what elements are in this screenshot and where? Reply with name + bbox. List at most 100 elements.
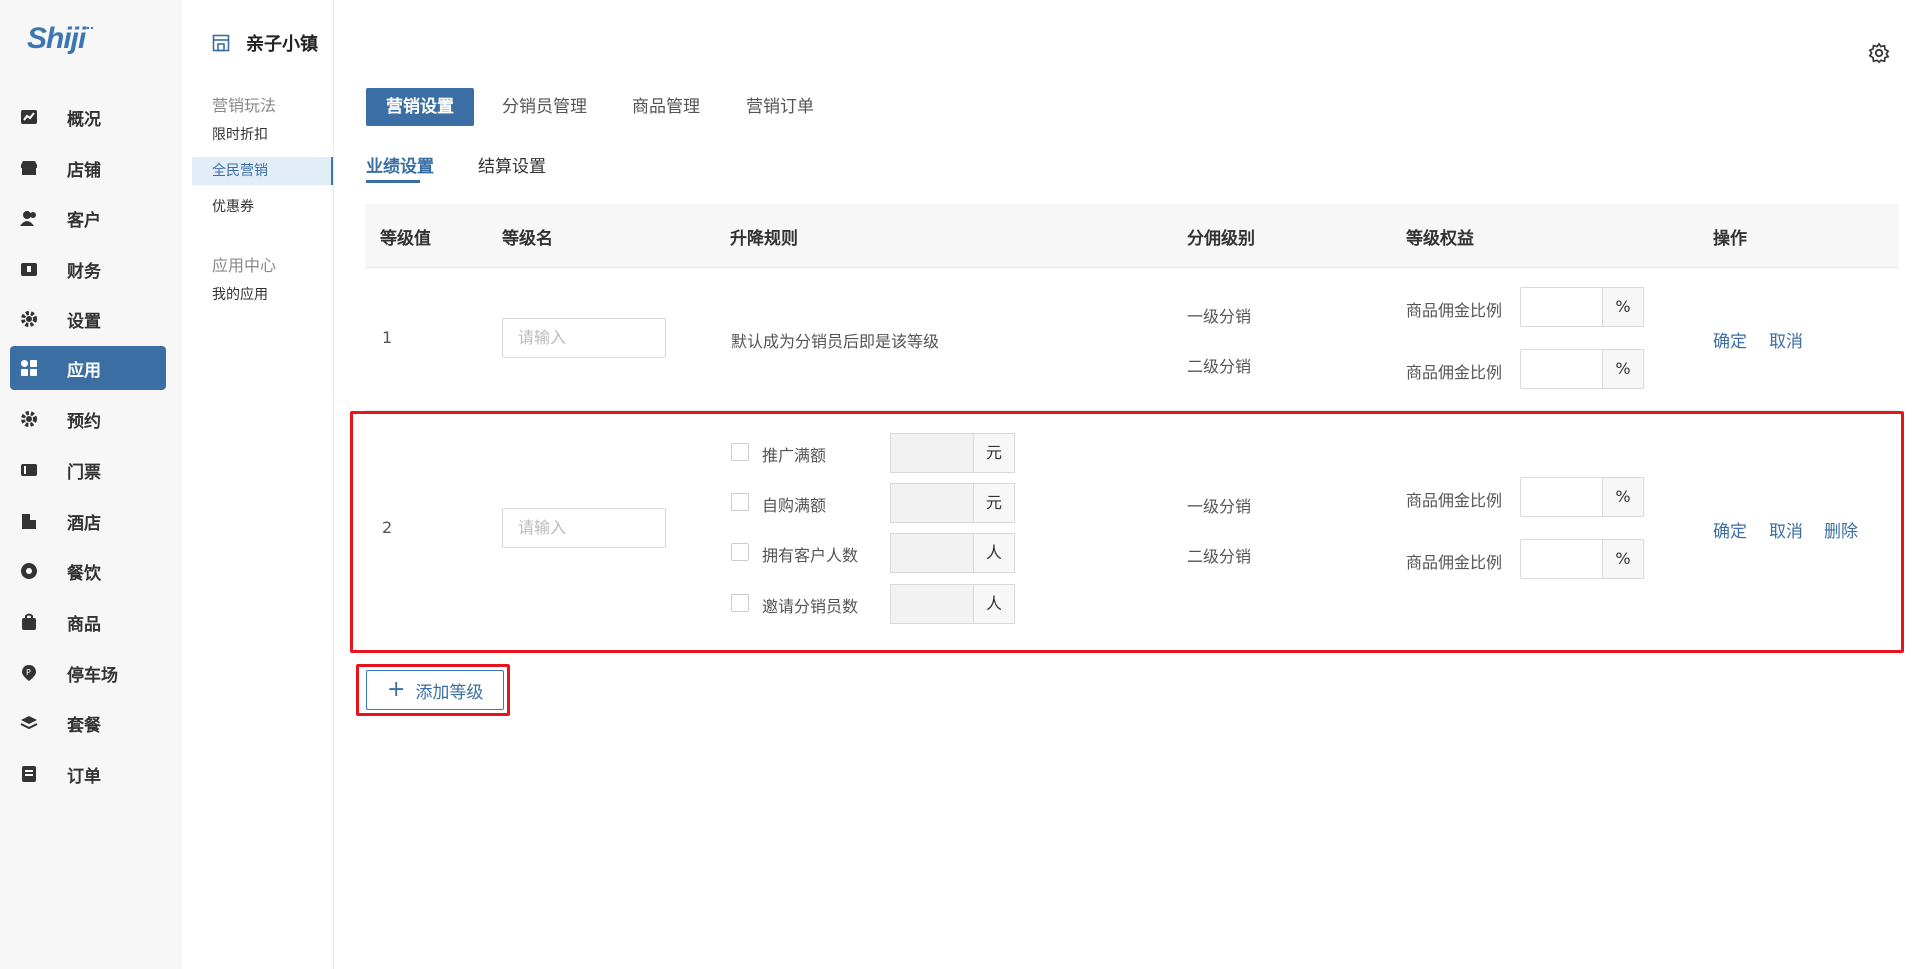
col-commission-tier: 分佣级别 bbox=[1187, 229, 1255, 249]
row1-confirm-link[interactable]: 确定 bbox=[1713, 327, 1747, 352]
row1-benefit2-unit: % bbox=[1602, 349, 1644, 389]
subnav-item-flash-discount[interactable]: 限时折扣 bbox=[192, 121, 333, 149]
row1-benefit1-label: 商品佣金比例 bbox=[1406, 301, 1503, 320]
bag-icon bbox=[20, 613, 38, 631]
add-level-label: 添加等级 bbox=[415, 682, 484, 703]
row1-benefit2-input[interactable] bbox=[1520, 349, 1603, 389]
nav-item-packages[interactable]: 套餐 bbox=[10, 701, 166, 745]
row2-condition3-checkbox[interactable] bbox=[731, 543, 749, 561]
dining-icon bbox=[20, 562, 38, 580]
row2-confirm-link[interactable]: 确定 bbox=[1713, 517, 1747, 542]
row2-condition2-checkbox[interactable] bbox=[731, 493, 749, 511]
row2-benefit1-label: 商品佣金比例 bbox=[1406, 491, 1503, 510]
row2-cancel-link[interactable]: 取消 bbox=[1769, 517, 1803, 542]
nav-item-settings[interactable]: 设置 bbox=[10, 297, 166, 341]
svg-text:P: P bbox=[26, 668, 31, 677]
subtab-performance-settings[interactable]: 业绩设置 bbox=[366, 152, 434, 177]
row1-tier1: 一级分销 bbox=[1187, 307, 1252, 326]
store-name: 亲子小镇 bbox=[246, 34, 318, 55]
row2-benefit2-label: 商品佣金比例 bbox=[1406, 553, 1503, 572]
store-icon bbox=[20, 159, 38, 177]
row2-condition1-input[interactable] bbox=[890, 433, 974, 473]
nav-item-booking[interactable]: 预约 bbox=[10, 397, 166, 441]
row2-condition3-input[interactable] bbox=[890, 533, 974, 573]
logo-dots bbox=[83, 27, 93, 33]
row2-benefit2-unit: % bbox=[1602, 539, 1644, 579]
nav-item-parking[interactable]: P 停车场 bbox=[10, 651, 166, 695]
row1-benefit2-label: 商品佣金比例 bbox=[1406, 363, 1503, 382]
subnav-item-all-marketing[interactable]: 全民营销 bbox=[192, 157, 333, 185]
row2-condition1-checkbox[interactable] bbox=[731, 443, 749, 461]
apps-icon bbox=[20, 359, 38, 377]
nav-item-hotel[interactable]: 酒店 bbox=[10, 499, 166, 543]
col-level-value: 等级值 bbox=[380, 229, 431, 249]
row1-tier2: 二级分销 bbox=[1187, 357, 1252, 376]
order-icon bbox=[20, 765, 38, 783]
nav-item-orders[interactable]: 订单 bbox=[10, 752, 166, 796]
table-header bbox=[365, 204, 1899, 268]
nav-item-dining[interactable]: 餐饮 bbox=[10, 549, 166, 593]
row2-benefit1-input[interactable] bbox=[1520, 477, 1603, 517]
tab-marketing-settings[interactable]: 营销设置 bbox=[366, 88, 474, 126]
layers-icon bbox=[20, 714, 38, 732]
logo: Shiji bbox=[27, 22, 86, 55]
row1-level: 1 bbox=[382, 328, 393, 347]
row1-level-name-input[interactable]: 请输入 bbox=[502, 318, 666, 358]
row2-benefit1-unit: % bbox=[1602, 477, 1644, 517]
subtab-indicator bbox=[366, 180, 420, 183]
row2-condition3-label: 拥有客户人数 bbox=[762, 546, 859, 565]
row1-rule: 默认成为分销员后即是该等级 bbox=[731, 332, 940, 351]
tab-marketing-orders[interactable]: 营销订单 bbox=[746, 88, 814, 126]
main-nav: Shiji 概况 店铺 客户 财务 设置 应用 预约 门票 酒店 餐饮 商品 P… bbox=[0, 0, 182, 969]
settings-gear-icon[interactable] bbox=[1868, 42, 1890, 64]
parking-icon: P bbox=[20, 664, 38, 682]
row2-level: 2 bbox=[382, 518, 393, 537]
subnav-group-marketing: 营销玩法 bbox=[212, 96, 277, 115]
row2-condition4-label: 邀请分销员数 bbox=[762, 597, 859, 616]
row2-condition4-checkbox[interactable] bbox=[731, 594, 749, 612]
tab-distributor-management[interactable]: 分销员管理 bbox=[502, 88, 587, 126]
add-level-button[interactable]: + 添加等级 bbox=[366, 670, 504, 710]
row2-level-name-input[interactable]: 请输入 bbox=[502, 508, 666, 548]
row2-condition1-unit: 元 bbox=[973, 433, 1015, 473]
row2-condition3-unit: 人 bbox=[973, 533, 1015, 573]
subnav-item-coupons[interactable]: 优惠券 bbox=[192, 193, 333, 221]
row2-condition2-unit: 元 bbox=[973, 483, 1015, 523]
gear-icon bbox=[20, 410, 38, 428]
chart-icon bbox=[20, 108, 38, 126]
col-benefits: 等级权益 bbox=[1406, 229, 1474, 249]
row2-condition2-label: 自购满额 bbox=[762, 496, 827, 515]
nav-item-products[interactable]: 商品 bbox=[10, 600, 166, 644]
row1-benefit1-unit: % bbox=[1602, 287, 1644, 327]
col-rules: 升降规则 bbox=[730, 229, 798, 249]
nav-item-customers[interactable]: 客户 bbox=[10, 196, 166, 240]
store-icon bbox=[212, 34, 230, 52]
row2-condition4-input[interactable] bbox=[890, 584, 974, 624]
nav-item-tickets[interactable]: 门票 bbox=[10, 448, 166, 492]
tab-product-management[interactable]: 商品管理 bbox=[632, 88, 700, 126]
subtab-settlement-settings[interactable]: 结算设置 bbox=[478, 152, 546, 177]
users-icon bbox=[20, 209, 38, 227]
row2-condition4-unit: 人 bbox=[973, 584, 1015, 624]
col-level-name: 等级名 bbox=[502, 229, 553, 249]
gear-icon bbox=[20, 310, 38, 328]
subnav-group-app-center: 应用中心 bbox=[212, 256, 277, 275]
nav-item-apps[interactable]: 应用 bbox=[10, 346, 166, 390]
row2-benefit2-input[interactable] bbox=[1520, 539, 1603, 579]
wallet-icon bbox=[20, 260, 38, 278]
row2-delete-link[interactable]: 删除 bbox=[1824, 517, 1858, 542]
row2-condition1-label: 推广满额 bbox=[762, 446, 827, 465]
row1-benefit1-input[interactable] bbox=[1520, 287, 1603, 327]
row2-tier1: 一级分销 bbox=[1187, 497, 1252, 516]
plus-icon: + bbox=[387, 677, 406, 702]
nav-item-finance[interactable]: 财务 bbox=[10, 247, 166, 291]
col-actions: 操作 bbox=[1713, 229, 1747, 249]
nav-item-overview[interactable]: 概况 bbox=[10, 95, 166, 139]
row2-condition2-input[interactable] bbox=[890, 483, 974, 523]
hotel-icon bbox=[20, 512, 38, 530]
ticket-icon bbox=[20, 461, 38, 479]
subnav-item-my-apps[interactable]: 我的应用 bbox=[192, 281, 333, 309]
row1-cancel-link[interactable]: 取消 bbox=[1769, 327, 1803, 352]
nav-item-store[interactable]: 店铺 bbox=[10, 146, 166, 190]
row2-tier2: 二级分销 bbox=[1187, 547, 1252, 566]
